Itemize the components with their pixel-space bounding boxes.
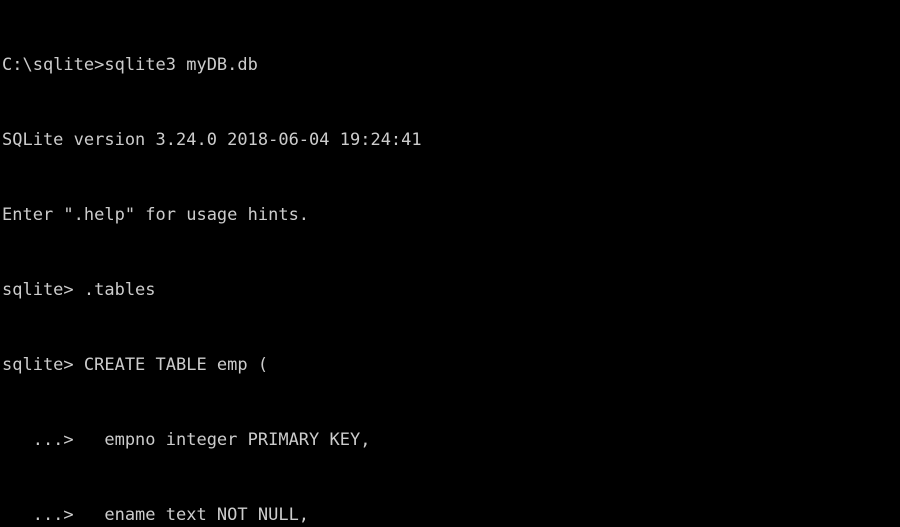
terminal-screen[interactable]: C:\sqlite>sqlite3 myDB.db SQLite version… bbox=[0, 0, 900, 527]
terminal-line: ...> ename text NOT NULL, bbox=[2, 505, 310, 525]
terminal-line: ...> empno integer PRIMARY KEY, bbox=[2, 430, 371, 450]
terminal-line: sqlite> CREATE TABLE emp ( bbox=[2, 355, 269, 375]
terminal-line: SQLite version 3.24.0 2018-06-04 19:24:4… bbox=[2, 130, 422, 150]
terminal-line: Enter ".help" for usage hints. bbox=[2, 205, 310, 225]
terminal-line: sqlite> .tables bbox=[2, 280, 156, 300]
terminal-line: C:\sqlite>sqlite3 myDB.db bbox=[2, 55, 258, 75]
